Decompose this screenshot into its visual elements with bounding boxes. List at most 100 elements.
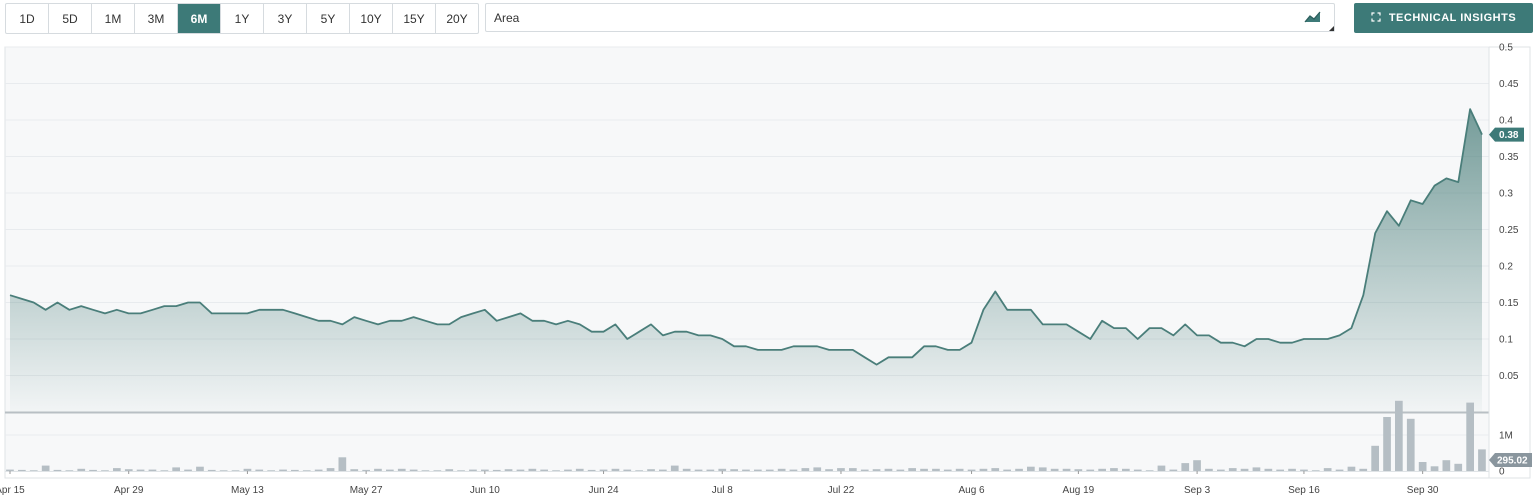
volume-bar [504,469,513,471]
y-tick-label: 0.2 [1499,262,1513,273]
volume-bar [243,468,252,471]
volume-bar [1383,417,1391,471]
volume-bar [326,468,335,471]
volume-bar [65,470,74,471]
volume-bar [1074,469,1083,471]
volume-bar [160,470,169,471]
volume-bar [599,469,608,471]
volume-bar [314,469,323,471]
volume-bar [955,468,964,471]
volume-bar [1205,468,1213,471]
volume-bar [124,469,133,471]
volume-bar [148,469,157,471]
volume-bar [1240,468,1249,471]
volume-bar [825,469,833,471]
volume-bar [801,468,810,471]
volume-bar [694,469,703,471]
volume-bar [659,469,667,471]
volume-bar [1050,468,1059,471]
volume-bar [1157,465,1166,471]
volume-bar [718,468,727,471]
volume-bar [219,470,228,471]
volume-bar [647,469,655,471]
volume-bar [1062,468,1071,471]
volume-bar [1311,470,1320,471]
volume-bar [1335,469,1344,471]
volume-bar [492,469,501,471]
volume-bar [754,469,762,471]
volume-bar [231,470,240,471]
volume-bar [777,468,786,471]
volume-bar [1466,402,1474,471]
volume-bar [397,468,406,471]
volume-bar [1181,463,1190,471]
volume-bar [1347,466,1356,471]
volume-bar [908,468,916,471]
x-tick-label: Jul 8 [712,485,734,496]
y-tick-label: 0.4 [1499,116,1513,127]
volume-bar [291,469,299,471]
volume-bar [41,465,50,471]
volume-bar [267,470,275,471]
volume-bar [872,469,881,471]
volume-bar [350,469,359,471]
volume-bar [552,470,560,471]
volume-bar [196,466,204,471]
volume-bar [136,469,145,471]
volume-bar [1454,463,1463,471]
volume-bar [682,468,691,471]
volume-bar [932,468,940,471]
volume-bar [920,468,928,471]
volume-bar [1015,468,1023,471]
volume-bar [967,469,976,471]
volume-bar [611,468,620,471]
volume-bar [1264,468,1273,471]
volume-bar [1359,468,1368,471]
volume-bar [1086,469,1095,471]
volume-bar [516,469,525,471]
y-tick-label: 0.05 [1499,371,1519,382]
volume-bar [575,468,584,471]
x-tick-label: Sep 16 [1288,485,1320,496]
x-tick-label: Apr 29 [114,485,144,496]
y-tick-label: 0.3 [1499,189,1513,200]
volume-bar [1252,467,1261,471]
volume-bar [457,470,465,471]
y-tick-label: 0.1 [1499,335,1513,346]
volume-bar [184,469,192,471]
volume-bar [1098,468,1106,471]
volume-bar [1323,468,1332,471]
volume-bar [1145,470,1154,471]
volume-bar [1276,469,1284,471]
volume-bar [1003,469,1011,471]
volume-bar [789,469,798,471]
volume-bar [29,470,38,471]
volume-bar [89,469,97,471]
volume-bar [1027,466,1035,471]
volume-bar [255,469,264,471]
volume-bar [528,468,537,471]
y-tick-label: 0.5 [1499,43,1513,54]
volume-bar [374,468,382,471]
x-tick-label: Sep 30 [1407,485,1439,496]
volume-plot-area [5,413,1489,471]
volume-bar [635,470,643,471]
volume-bar [53,469,62,471]
x-tick-label: Aug 6 [958,485,985,496]
volume-bar [1371,445,1379,471]
volume-bar [813,467,822,471]
volume-bar [1169,469,1178,471]
x-tick-label: Jul 22 [828,485,855,496]
volume-bar [1193,460,1201,471]
volume-bar [837,468,845,471]
volume-bar [1395,400,1403,471]
volume-bar [1038,467,1047,471]
volume-bar [564,469,572,471]
volume-bar [730,469,738,471]
volume-bar [469,469,477,471]
volume-bar [113,468,121,471]
volume-tick-label: 1M [1499,431,1513,442]
volume-bar [849,468,857,471]
volume-bar [409,469,418,471]
volume-bar [1288,468,1296,471]
